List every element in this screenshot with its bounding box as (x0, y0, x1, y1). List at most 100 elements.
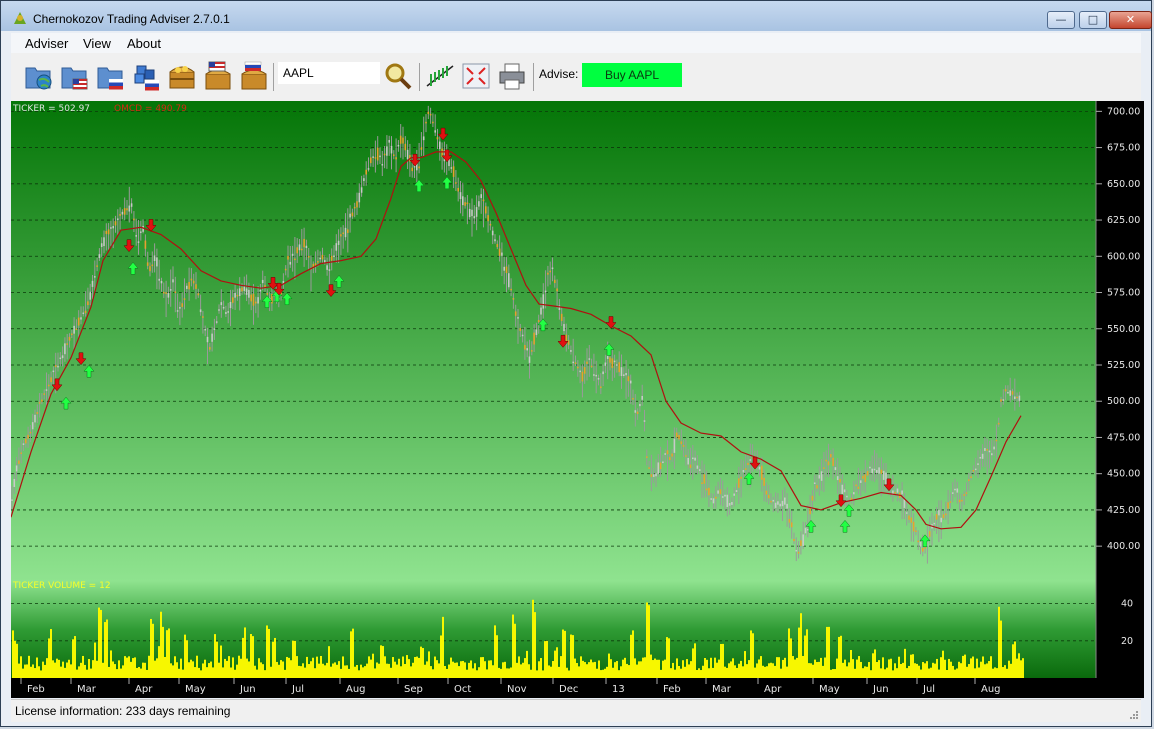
menu-bar: Adviser View About (11, 33, 1141, 53)
ticker-input[interactable] (278, 62, 380, 84)
volume-bar (260, 662, 262, 678)
volume-bar (12, 630, 14, 678)
price-tick-label: 675.00 (1107, 143, 1140, 154)
volume-bar (238, 655, 240, 678)
volume-bar (966, 666, 968, 678)
price-candle-body (1014, 396, 1016, 399)
price-candle-body (570, 350, 572, 352)
volume-bar (808, 663, 810, 678)
open-us-icon[interactable] (59, 60, 89, 92)
volume-bar (356, 665, 358, 678)
price-candle-body (436, 137, 439, 140)
volume-bar (760, 656, 762, 678)
price-candle-body (429, 113, 432, 116)
volume-bar (700, 670, 702, 678)
price-candle-body (954, 488, 956, 491)
volume-bar (942, 650, 944, 678)
volume-bar (372, 653, 374, 678)
volume-bar (768, 663, 770, 678)
price-candle-body (853, 492, 855, 495)
price-chart-panel[interactable]: 700.00 675.00 650.00 625.00 600.00 575.00 550.… (10, 101, 1144, 698)
volume-bar (672, 662, 674, 678)
title-bar[interactable]: Chernokozov Trading Adviser 2.7.0.1 — □ … (1, 1, 1152, 31)
volume-bar (288, 657, 290, 678)
price-chart[interactable]: 700.00 675.00 650.00 625.00 600.00 575.00 550.… (10, 101, 1144, 698)
price-candle-body (314, 263, 317, 266)
volume-bar (800, 613, 802, 678)
price-candle-body (724, 494, 726, 497)
volume-bar (438, 663, 440, 678)
volume-bar (140, 668, 142, 678)
volume-bar (824, 657, 826, 678)
price-candle-body (96, 265, 98, 267)
volume-bar (1010, 663, 1012, 678)
month-label: Feb (663, 684, 681, 695)
chest-ru-icon[interactable] (239, 60, 269, 92)
volume-bar (56, 658, 58, 678)
volume-bar (156, 658, 158, 678)
price-candle-body (397, 144, 400, 147)
price-candle-body (784, 497, 786, 505)
minimize-button[interactable]: — (1047, 11, 1075, 29)
price-candle-body (894, 492, 896, 494)
maximize-button[interactable]: □ (1079, 11, 1107, 29)
open-ru-icon[interactable] (95, 60, 125, 92)
price-candle-body (432, 121, 434, 124)
price-candle-body (855, 484, 857, 487)
price-candle-body (38, 402, 41, 404)
volume-bar (570, 634, 572, 678)
indicator-chart-icon[interactable] (425, 60, 455, 92)
menu-view[interactable]: View (83, 36, 111, 51)
volume-bar (982, 656, 984, 678)
price-candle-body (146, 262, 149, 266)
price-candle-body (64, 343, 66, 355)
volume-bar (420, 646, 422, 678)
price-candle-body (595, 374, 597, 377)
search-icon[interactable] (383, 60, 413, 92)
price-candle-body (767, 494, 770, 499)
print-icon[interactable] (497, 60, 527, 92)
volume-bar (248, 661, 250, 678)
volume-bar (58, 659, 60, 678)
price-candle-body (857, 486, 860, 489)
price-candle-body (15, 465, 18, 472)
price-candle-body (238, 288, 241, 297)
price-candle-body (744, 468, 747, 470)
resize-grip-icon[interactable] (1129, 710, 1139, 720)
volume-bar (216, 641, 218, 678)
volume-bar (882, 657, 884, 678)
volume-bar (822, 665, 824, 678)
cubes-ru-icon[interactable] (131, 60, 161, 92)
chest-us-icon[interactable] (203, 60, 233, 92)
price-candle-body (301, 248, 303, 251)
volume-bar (592, 662, 594, 678)
menu-about[interactable]: About (127, 36, 161, 51)
fullscreen-icon[interactable] (461, 60, 491, 92)
price-candle-body (491, 230, 494, 236)
volume-bar (314, 668, 316, 678)
price-candle-body (229, 301, 232, 309)
price-candle-body (218, 309, 220, 311)
toolbar: Advise: Buy AAPL (11, 53, 1141, 102)
volume-bar (874, 649, 876, 678)
close-button[interactable]: ✕ (1109, 11, 1152, 29)
price-candle-body (91, 280, 94, 287)
price-candle-body (933, 522, 936, 525)
volume-bar (328, 646, 330, 678)
volume-bar (704, 657, 706, 678)
month-label: Mar (77, 684, 97, 695)
volume-bar (62, 661, 64, 678)
price-candle-body (908, 515, 910, 520)
volume-bar (736, 667, 738, 678)
price-tick-label: 625.00 (1107, 215, 1140, 226)
price-candle-body (478, 201, 480, 207)
price-candle-body (572, 361, 574, 364)
menu-adviser[interactable]: Adviser (25, 36, 68, 51)
volume-bar (390, 667, 392, 678)
open-world-icon[interactable] (23, 60, 53, 92)
chest-world-icon[interactable] (167, 60, 197, 92)
price-candle-body (524, 345, 526, 350)
volume-bar (258, 658, 260, 678)
volume-bar (774, 665, 776, 678)
price-candle-body (31, 422, 34, 430)
